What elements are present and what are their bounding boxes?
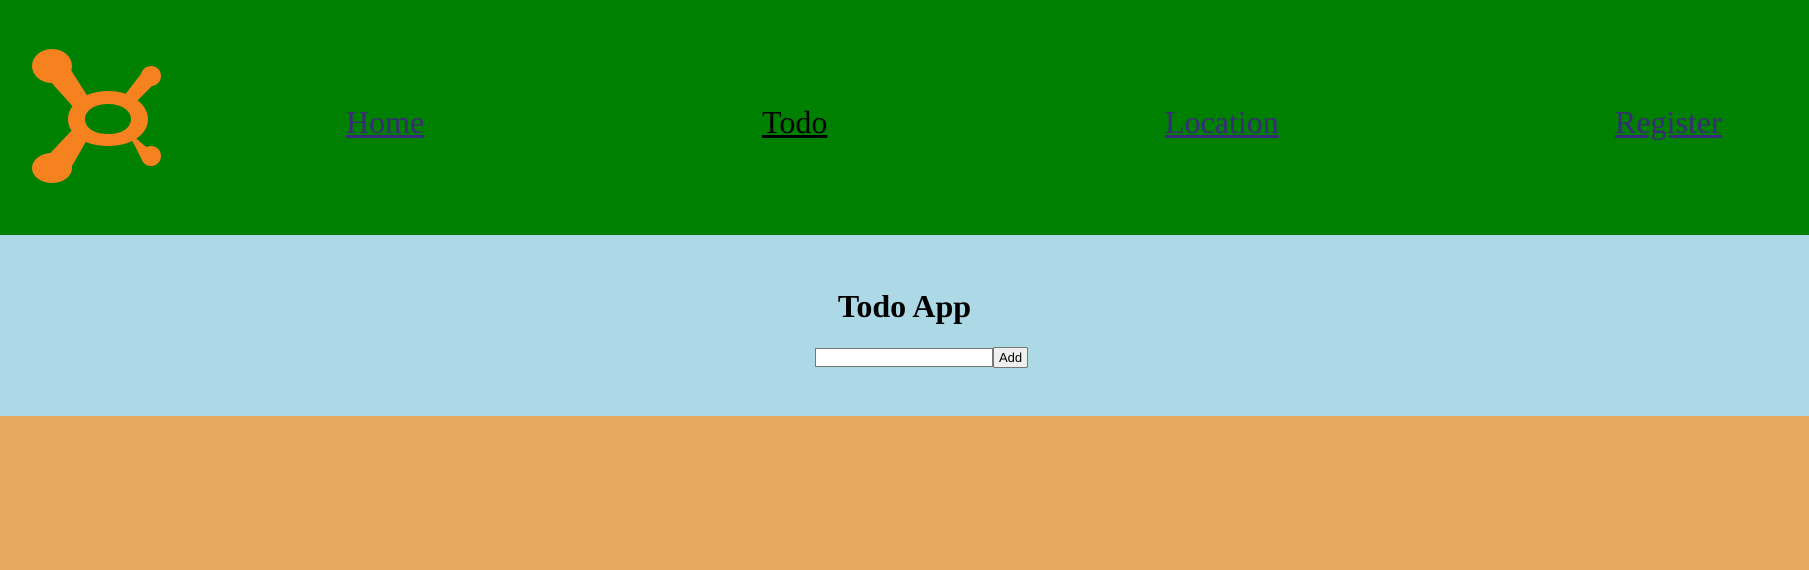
todo-form: Add	[815, 347, 1029, 368]
todo-section: Todo App Add	[0, 235, 1809, 416]
nav-link-home[interactable]: Home	[346, 102, 424, 142]
header-bar: Home Todo Location Register	[0, 0, 1809, 235]
add-button[interactable]: Add	[993, 347, 1029, 368]
page-title: Todo App	[837, 288, 972, 324]
nav-link-register[interactable]: Register	[1615, 102, 1722, 142]
nav-link-todo[interactable]: Todo	[762, 102, 827, 142]
nav-link-location[interactable]: Location	[1165, 102, 1279, 142]
footer-area	[0, 416, 1809, 570]
todo-input[interactable]	[815, 348, 993, 367]
brand-logo-icon[interactable]	[30, 48, 168, 186]
